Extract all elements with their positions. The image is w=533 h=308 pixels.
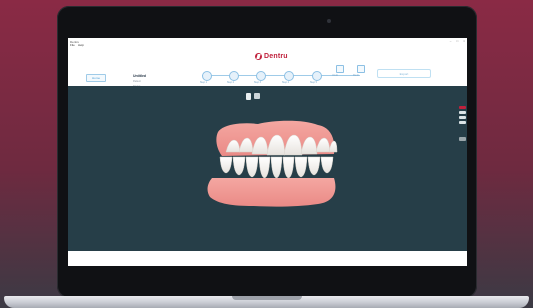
step-5-label: Step 5 — [309, 81, 318, 84]
footer-bar — [68, 251, 467, 266]
view-option-lower-button[interactable] — [459, 111, 466, 114]
export-button[interactable]: Export — [377, 69, 431, 78]
minimize-button[interactable]: – — [450, 39, 452, 43]
laptop-notch — [232, 296, 302, 300]
view-option-reset-button[interactable] — [459, 121, 466, 124]
brand-name: Dentru — [264, 53, 288, 60]
step-1-button[interactable] — [202, 71, 212, 81]
step-2-label: Step 2 — [226, 81, 235, 84]
view-settings-button[interactable] — [459, 137, 466, 141]
case-name: Untitled — [133, 74, 147, 78]
home-button[interactable]: Home — [86, 74, 106, 82]
view-option-both-button[interactable] — [459, 116, 466, 119]
lower-teeth — [219, 156, 334, 179]
step-5-button[interactable] — [312, 71, 322, 81]
lower-gum — [207, 178, 336, 207]
undo-button[interactable] — [336, 65, 344, 73]
undo-label: Undo — [332, 74, 338, 77]
step-1-label: Step 1 — [199, 81, 208, 84]
maximize-button[interactable]: □ — [456, 39, 458, 43]
step-3-label: Step 3 — [253, 81, 262, 84]
step-4-button[interactable] — [284, 71, 294, 81]
3d-viewport[interactable] — [68, 86, 467, 251]
brand-logo: Dentru — [255, 53, 288, 60]
redo-button[interactable] — [357, 65, 365, 73]
case-patient: Patient — [133, 80, 141, 83]
step-4-label: Step 4 — [281, 81, 290, 84]
redo-label: Redo — [353, 74, 359, 77]
title-bar: Dentru – □ × — [68, 38, 467, 45]
view-options-panel — [459, 106, 466, 130]
app-header: Dentru Home Untitled Patient Doctor Step… — [68, 47, 467, 88]
step-3-button[interactable] — [256, 71, 266, 81]
close-button[interactable]: × — [463, 39, 465, 43]
workflow-steps: Step 1 Step 2 Step 3 Step 4 Step 5 — [198, 71, 388, 85]
view-option-upper-button[interactable] — [459, 106, 466, 109]
window-controls: – □ × — [450, 39, 465, 43]
dental-model[interactable] — [68, 86, 467, 251]
brand-logo-icon — [255, 53, 262, 60]
webcam-icon — [327, 19, 331, 23]
step-2-button[interactable] — [229, 71, 239, 81]
app-window: Dentru – □ × File Help Dentru Home Untit… — [68, 38, 467, 266]
